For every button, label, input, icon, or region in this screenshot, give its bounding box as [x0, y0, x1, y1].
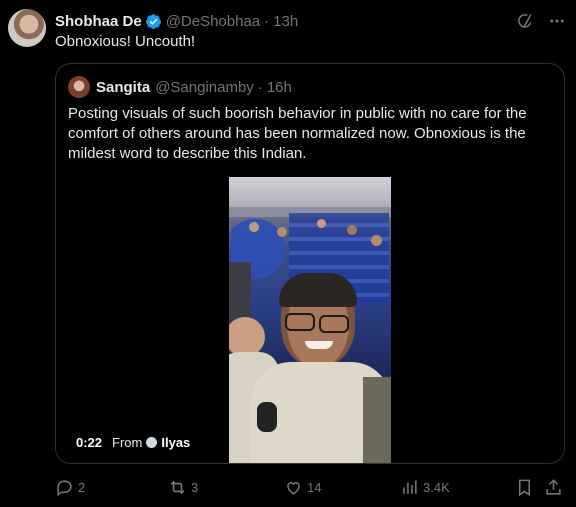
tweet-header: Shobhaa De @DeShobhaa · 13h — [55, 10, 566, 32]
tweet-actions: 2 3 14 3.4K — [55, 475, 566, 499]
video-source[interactable]: Ilyas — [161, 435, 190, 450]
verified-badge-icon — [145, 13, 161, 29]
reply-button[interactable]: 2 — [55, 478, 85, 497]
repost-count: 3 — [191, 479, 199, 495]
views-icon — [403, 479, 417, 494]
reply-icon — [57, 479, 72, 496]
separator-dot: · — [257, 78, 263, 96]
grok-icon[interactable] — [516, 12, 534, 30]
views-button[interactable]: 3.4K — [400, 478, 450, 497]
bookmark-button[interactable] — [515, 478, 534, 497]
author-handle[interactable]: @DeShobhaa — [166, 13, 260, 30]
tweet-text: Obnoxious! Uncouth! — [55, 33, 196, 50]
quote-time[interactable]: 16h — [267, 79, 292, 96]
quote-text: Posting visuals of such boorish behavior… — [68, 105, 527, 162]
share-icon — [546, 478, 561, 495]
video-duration: 0:22 — [76, 435, 103, 450]
author-name[interactable]: Shobhaa De — [55, 13, 142, 30]
quoted-tweet[interactable]: Sangita @Sanginamby · 16h Posting visual… — [55, 63, 565, 464]
source-avatar-icon — [146, 437, 158, 448]
quote-header: Sangita @Sanginamby · 16h — [68, 76, 292, 98]
video-thumbnail[interactable] — [229, 177, 391, 463]
view-count: 3.4K — [423, 479, 450, 495]
heart-icon — [287, 481, 300, 495]
bookmark-icon — [518, 479, 531, 496]
repost-icon — [170, 480, 185, 494]
like-button[interactable]: 14 — [284, 478, 321, 497]
tweet-time[interactable]: 13h — [273, 13, 298, 30]
repost-button[interactable]: 3 — [168, 478, 198, 497]
quote-author-handle[interactable]: @Sanginamby — [155, 79, 254, 96]
author-avatar[interactable] — [8, 9, 46, 47]
video-from-label: From — [112, 435, 143, 450]
like-count: 14 — [307, 479, 322, 495]
more-icon[interactable] — [548, 12, 566, 30]
share-button[interactable] — [544, 478, 563, 497]
reply-count: 2 — [78, 479, 86, 495]
quote-author-name[interactable]: Sangita — [96, 79, 150, 96]
quote-media[interactable]: 0:22 From Ilyas — [56, 177, 564, 463]
separator-dot: · — [264, 12, 270, 30]
quote-author-avatar[interactable] — [68, 76, 90, 98]
video-meta: 0:22 From Ilyas — [76, 435, 190, 450]
